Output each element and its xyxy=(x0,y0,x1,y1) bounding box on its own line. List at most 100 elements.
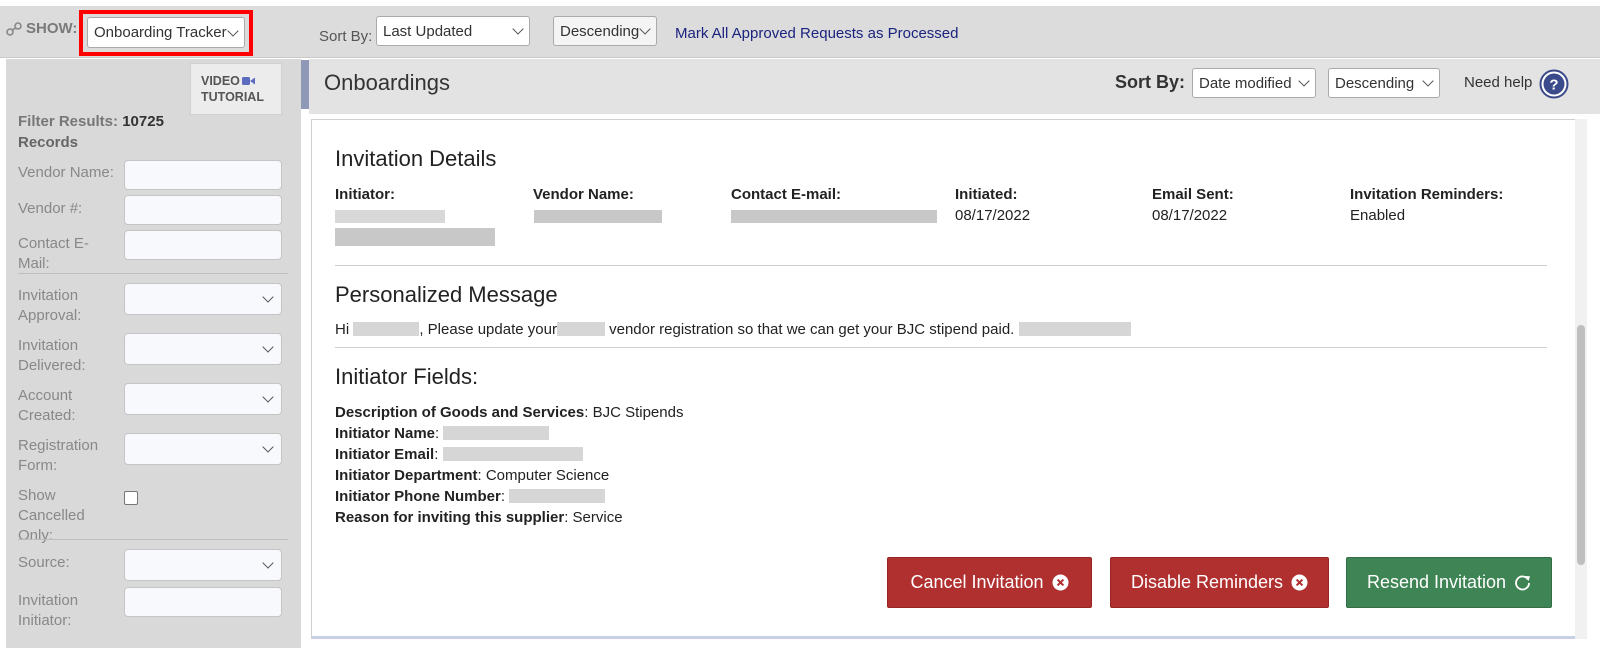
video-camera-icon xyxy=(241,77,255,85)
top-order-select-value: Descending xyxy=(560,22,640,40)
chevron-down-icon xyxy=(262,391,274,403)
field-label: Initiator Department xyxy=(335,467,478,484)
page-title: Onboardings xyxy=(324,70,450,95)
resend-invitation-label: Resend Invitation xyxy=(1366,572,1507,592)
field-label: Initiator Phone Number xyxy=(335,488,501,505)
field-reason: Reason for inviting this supplier: Servi… xyxy=(335,509,623,526)
invitation-reminders-value: Enabled xyxy=(1350,207,1406,224)
resend-invitation-button[interactable]: Resend Invitation xyxy=(1346,557,1552,608)
account-created-label: Account Created: xyxy=(18,387,76,424)
chevron-down-icon xyxy=(1298,75,1310,87)
disable-reminders-button[interactable]: Disable Reminders xyxy=(1110,557,1329,608)
svg-text:?: ? xyxy=(1549,77,1558,94)
show-select[interactable]: Onboarding Tracker xyxy=(87,17,245,48)
sort-by-select[interactable]: Date modified xyxy=(1192,68,1316,98)
field-value: : BJC Stipends xyxy=(584,404,684,421)
redacted-name xyxy=(353,322,420,336)
chevron-down-icon xyxy=(512,23,524,35)
invitation-approval-label: Invitation Approval: xyxy=(18,287,82,324)
video-tutorial-button[interactable]: VIDEO TUTORIAL xyxy=(190,63,282,115)
invitation-initiator-input[interactable] xyxy=(124,587,282,617)
registration-form-select[interactable] xyxy=(124,433,282,465)
filter-results-records: Records xyxy=(18,134,79,151)
message-part: Hi xyxy=(335,321,350,338)
filter-results: Filter Results: 10725 Records xyxy=(18,111,178,153)
filter-results-label: Filter Results: xyxy=(18,113,119,130)
order-select[interactable]: Descending xyxy=(1328,68,1440,98)
chevron-down-icon xyxy=(1422,75,1434,87)
video-tutorial-line1: VIDEO xyxy=(201,74,240,88)
initiated-value: 08/17/2022 xyxy=(955,207,1031,224)
link-icon xyxy=(6,21,22,36)
message-part: vendor registration so that we can get y… xyxy=(609,321,1015,338)
vendor-name-col-label: Vendor Name: xyxy=(533,186,634,203)
invitation-details-heading: Invitation Details xyxy=(335,146,497,171)
source-select[interactable] xyxy=(124,549,282,581)
field-value: : Computer Science xyxy=(477,467,610,484)
contact-email-input[interactable] xyxy=(124,230,282,260)
vendor-number-input[interactable] xyxy=(124,195,282,225)
redacted-value xyxy=(442,447,583,461)
need-help-label: Need help xyxy=(1464,74,1533,91)
personalized-message-text: Hi , Please update your vendor registrat… xyxy=(335,321,1131,338)
personalized-message-heading: Personalized Message xyxy=(335,282,558,307)
chevron-down-icon xyxy=(262,557,274,569)
section-divider xyxy=(335,265,1547,266)
scrollbar-thumb[interactable] xyxy=(1577,325,1585,565)
sort-by-label: Sort By: xyxy=(1115,72,1186,92)
redacted-value xyxy=(509,489,606,503)
top-order-select[interactable]: Descending xyxy=(553,16,657,46)
contact-email-label: Contact E-Mail: xyxy=(18,235,89,272)
section-divider xyxy=(335,347,1547,348)
chevron-down-icon xyxy=(639,23,651,35)
redacted-vendor-name xyxy=(534,210,662,223)
show-cancelled-checkbox[interactable] xyxy=(124,491,138,505)
help-icon[interactable]: ? xyxy=(1539,69,1569,99)
field-colon: : xyxy=(435,425,440,442)
close-circle-icon xyxy=(1052,574,1069,591)
registration-form-label: Registration Form: xyxy=(18,437,99,474)
chevron-down-icon xyxy=(227,24,239,37)
order-select-value: Descending xyxy=(1335,74,1415,92)
invitation-delivered-select[interactable] xyxy=(124,333,282,365)
divider xyxy=(18,273,288,274)
field-label: Initiator Email xyxy=(335,446,435,463)
redacted-initiator xyxy=(335,210,445,223)
disable-reminders-label: Disable Reminders xyxy=(1130,572,1284,592)
divider xyxy=(18,539,288,540)
mark-all-processed-link[interactable]: Mark All Approved Requests as Processed xyxy=(675,25,958,42)
sort-by-select-value: Date modified xyxy=(1199,74,1292,92)
vendor-number-label: Vendor #: xyxy=(18,200,83,217)
invitation-reminders-label: Invitation Reminders: xyxy=(1350,186,1504,203)
video-tutorial-line2: TUTORIAL xyxy=(201,90,264,104)
redacted-text xyxy=(556,322,605,336)
email-sent-value: 08/17/2022 xyxy=(1152,207,1228,224)
field-colon: : xyxy=(434,446,439,463)
field-label: Description of Goods and Services xyxy=(335,404,585,421)
invitation-initiator-label: Invitation Initiator: xyxy=(18,592,79,629)
show-cancelled-label: Show Cancelled Only: xyxy=(18,487,85,544)
redacted-value xyxy=(443,426,550,440)
chevron-down-icon xyxy=(262,441,274,453)
field-initiator-email: Initiator Email: xyxy=(335,446,583,463)
top-sort-select[interactable]: Last Updated xyxy=(376,16,530,46)
show-select-value: Onboarding Tracker xyxy=(94,24,227,41)
cancel-invitation-button[interactable]: Cancel Invitation xyxy=(887,557,1092,608)
redacted-contact-email xyxy=(731,210,937,223)
show-label: SHOW: xyxy=(6,20,77,37)
invitation-approval-select[interactable] xyxy=(124,283,282,315)
field-initiator-name: Initiator Name: xyxy=(335,425,550,442)
field-label: Initiator Name xyxy=(335,425,436,442)
top-sort-select-value: Last Updated xyxy=(383,22,473,40)
redacted-signature xyxy=(1018,322,1131,336)
invitation-delivered-label: Invitation Delivered: xyxy=(18,337,86,374)
header-accent-bar xyxy=(301,60,309,109)
field-initiator-phone: Initiator Phone Number: xyxy=(335,488,606,505)
chevron-down-icon xyxy=(262,341,274,353)
initiator-fields-heading: Initiator Fields: xyxy=(335,364,479,389)
refresh-icon xyxy=(1515,575,1531,591)
field-colon: : xyxy=(500,488,506,505)
vendor-name-input[interactable] xyxy=(124,160,282,190)
account-created-select[interactable] xyxy=(124,383,282,415)
field-label: Reason for inviting this supplier xyxy=(335,509,565,526)
